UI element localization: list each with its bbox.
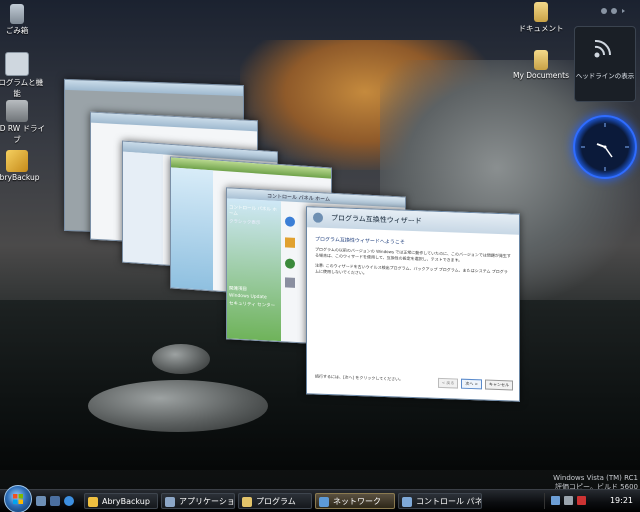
taskbar-button-label: プログラム (256, 497, 296, 506)
cp-task-pane: コントロール パネル ホーム クラシック表示 関連項目 Windows Upda… (227, 198, 281, 342)
next-button[interactable]: 次へ > (461, 378, 482, 390)
explorer-nav-pane (123, 151, 163, 265)
switch-windows-icon[interactable] (50, 496, 60, 506)
watermark-line-1: Windows Vista (TM) RC1 (553, 474, 638, 482)
internet-explorer-icon[interactable] (64, 496, 74, 506)
taskbar-button-network[interactable]: ネットワーク (315, 493, 395, 509)
network-small-icon (319, 497, 329, 507)
taskbar-button-applications[interactable]: アプリケーション... (161, 493, 235, 509)
taskbar: AbryBackup アプリケーション... プログラム ネットワーク コントロ… (0, 485, 640, 512)
folder-icon (534, 50, 548, 70)
programs-icon-image (5, 52, 29, 76)
disc-drive-icon-image (6, 100, 28, 122)
wallpaper-rock (88, 380, 268, 432)
wizard-note: 注意: このウィザードを古いウイルス検出プログラム、バックアップ プログラム、ま… (315, 262, 508, 276)
desktop[interactable]: ごみ箱 プログラムと機能 DVD RW ドライブ AbryBackup ドキュメ… (0, 0, 640, 512)
wizard-title: プログラム互換性ウィザード (331, 214, 422, 226)
taskbar-button-abrybackup[interactable]: AbryBackup (84, 493, 158, 509)
abrybackup-small-icon (88, 497, 98, 507)
documents-folder-icon[interactable]: ドキュメント (512, 2, 570, 34)
volume-tray-icon[interactable] (564, 496, 573, 505)
quick-launch (36, 495, 84, 507)
sidebar-controls[interactable] (598, 6, 628, 16)
network-nav-pane (171, 167, 213, 291)
clock-gadget[interactable] (573, 115, 637, 179)
clock-face-icon (581, 123, 629, 171)
taskbar-button-label: AbryBackup (102, 497, 150, 506)
desktop-icon-label: ドキュメント (518, 24, 564, 33)
system-tray: 19:21 (544, 493, 639, 509)
wizard-description: プログラムの以前のバージョンの Windows では正常に動作していたのに、この… (315, 246, 511, 263)
feed-gadget-label: ヘッドラインの表示 (575, 72, 635, 80)
wallpaper-rock (152, 344, 210, 374)
window-titlebar (65, 79, 243, 97)
taskbar-button-programs[interactable]: プログラム (238, 493, 312, 509)
programs-and-features-icon[interactable]: プログラムと機能 (0, 52, 46, 99)
network-tray-icon[interactable] (551, 496, 560, 505)
folder-small-icon (242, 497, 252, 507)
desktop-icon-label: DVD RW ドライブ (0, 124, 46, 144)
recycle-bin-icon[interactable]: ごみ箱 (0, 4, 46, 36)
sidebar-add-gadget-icon (601, 8, 625, 14)
window-small-icon (165, 497, 175, 507)
feed-headlines-gadget[interactable]: ヘッドラインの表示 (574, 26, 636, 102)
back-button[interactable]: < 戻る (437, 377, 459, 389)
wizard-body: プログラム互換性ウィザードへようこそ プログラムの以前のバージョンの Windo… (307, 227, 519, 281)
recycle-bin-icon-image (10, 4, 24, 24)
desktop-icon-label: AbryBackup (0, 173, 40, 182)
back-arrow-icon[interactable] (313, 212, 323, 223)
folder-icon (534, 2, 548, 22)
show-desktop-icon[interactable] (36, 496, 46, 506)
security-tray-icon[interactable] (577, 496, 586, 505)
desktop-icon-label: ごみ箱 (5, 26, 29, 35)
wizard-button-row: < 戻る 次へ > キャンセル (437, 377, 513, 391)
my-documents-folder-icon[interactable]: My Documents (512, 50, 570, 80)
taskbar-button-label: アプリケーション... (179, 497, 235, 506)
program-compatibility-wizard-window[interactable]: プログラム互換性ウィザード プログラム互換性ウィザードへようこそ プログラムの以… (306, 206, 520, 402)
cp-category-icons (285, 216, 295, 288)
start-button[interactable] (4, 485, 32, 512)
desktop-icon-label: プログラムと機能 (0, 78, 44, 98)
dvd-drive-icon[interactable]: DVD RW ドライブ (0, 100, 46, 145)
taskbar-button-label: ネットワーク (333, 497, 381, 506)
cp-security-center-link[interactable]: セキュリティ センター (227, 299, 281, 310)
control-panel-small-icon (402, 497, 412, 507)
abrybackup-icon[interactable]: AbryBackup (0, 150, 46, 182)
cancel-button[interactable]: キャンセル (485, 379, 513, 391)
taskbar-clock[interactable]: 19:21 (610, 494, 633, 508)
windows-logo-icon (13, 494, 23, 504)
taskbar-button-label: コントロール パネル (416, 497, 482, 506)
desktop-icon-label: My Documents (512, 71, 570, 80)
cp-see-also: 関連項目 (229, 286, 247, 293)
abrybackup-icon-image (6, 150, 28, 172)
rss-feed-icon (594, 39, 612, 58)
taskbar-button-control-panel[interactable]: コントロール パネル (398, 493, 482, 509)
wizard-footer-text: 続行するには、[次へ] をクリックしてください。 (315, 373, 404, 382)
